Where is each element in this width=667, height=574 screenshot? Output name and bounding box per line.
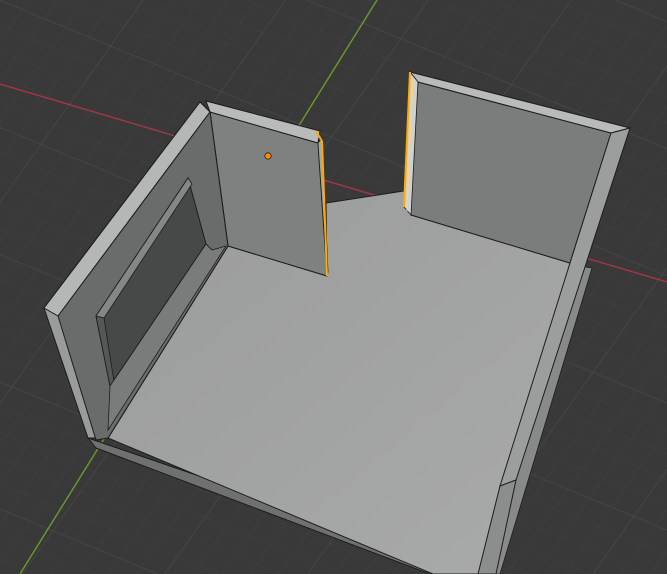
object-origin-dot[interactable] — [264, 152, 272, 160]
3d-viewport[interactable] — [0, 0, 667, 574]
viewport-canvas[interactable] — [0, 0, 667, 574]
